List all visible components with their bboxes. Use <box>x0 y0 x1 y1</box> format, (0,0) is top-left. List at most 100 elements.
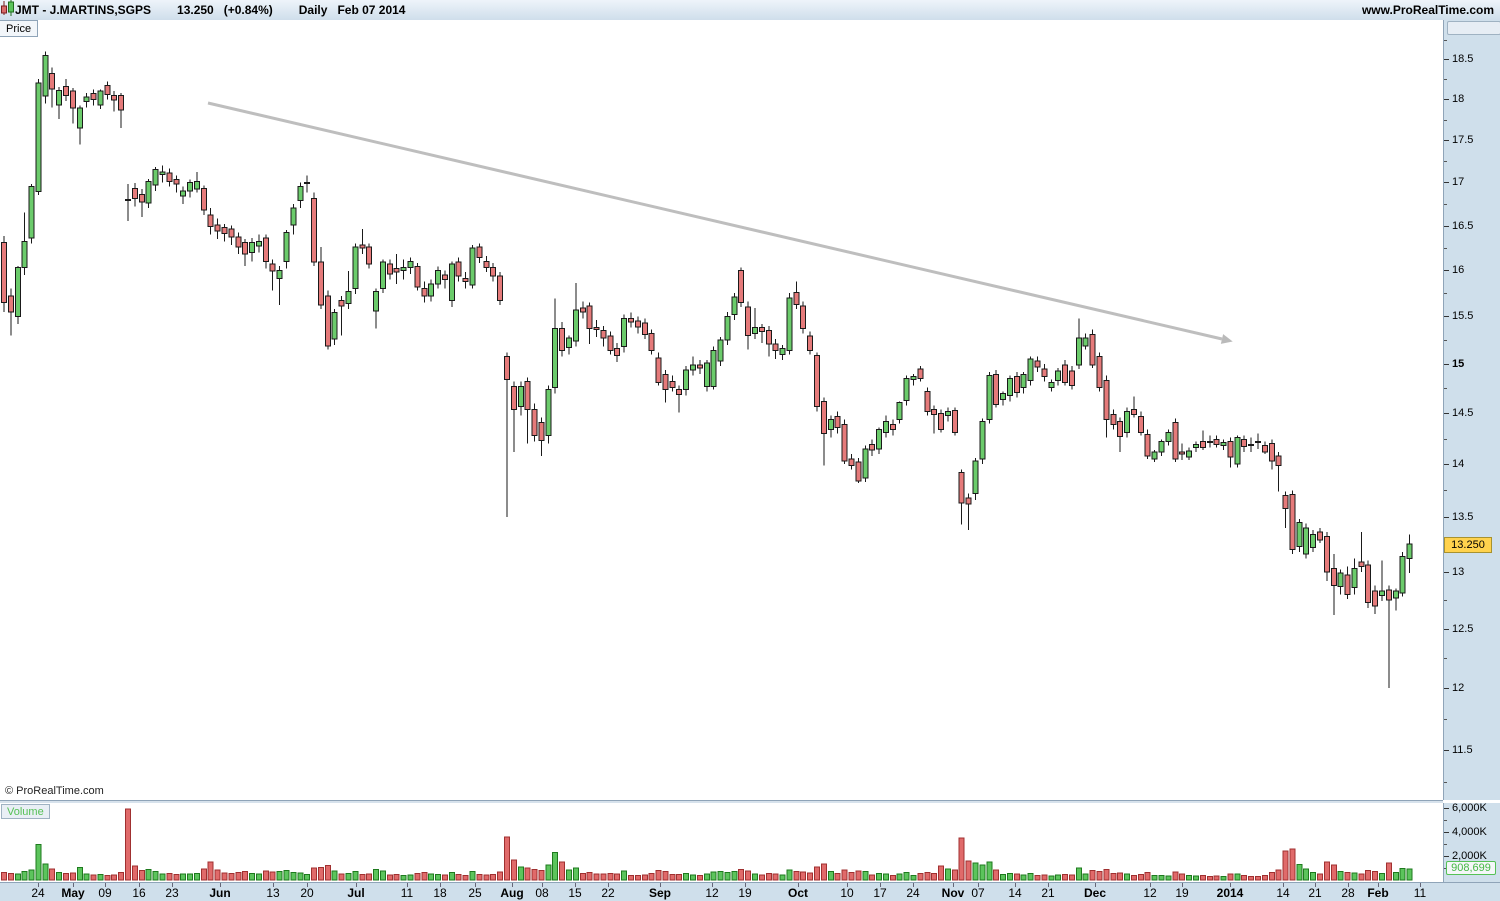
trendline-arrow[interactable] <box>207 101 1223 341</box>
date-axis-label: Oct <box>787 886 809 900</box>
price-axis[interactable]: 18.5 18 17.5 17 16.5 16 15.5 15 14.5 14 13.5 13 12.5… <box>1444 20 1500 800</box>
copyright-label: © ProRealTime.com <box>5 785 104 797</box>
date-axis-label: 18 <box>433 886 447 900</box>
last-price-axis-label: 13.250 <box>1444 537 1492 553</box>
volume-chart-pane[interactable]: Volume <box>0 803 1444 882</box>
date-axis-label: 16 <box>132 886 146 900</box>
volume-axis[interactable]: 6,000K 4,000K 2,000K 908,699 <box>1444 802 1500 882</box>
date-axis-label: 10 <box>840 886 854 900</box>
price-axis-label: 18.5 <box>1452 53 1474 65</box>
price-minor-tick <box>1444 161 1447 162</box>
date-axis-label: 07 <box>971 886 985 900</box>
price-tick <box>1444 316 1449 317</box>
price-minor-tick <box>1444 388 1447 389</box>
price-chart-pane[interactable]: © ProRealTime.com <box>0 20 1444 800</box>
price-axis-label: 17 <box>1452 176 1465 188</box>
price-minor-tick <box>1444 204 1447 205</box>
price-tick <box>1444 99 1449 100</box>
price-minor-tick <box>1444 719 1447 720</box>
date-axis-label: Jul <box>347 886 365 900</box>
price-axis-label: 15 <box>1452 358 1465 370</box>
price-axis-label: 12 <box>1452 682 1465 694</box>
volume-tick <box>1444 856 1449 857</box>
tab-volume[interactable]: Volume <box>1 804 50 819</box>
date-axis-label: Nov <box>941 886 965 900</box>
date-axis-label: Jun <box>209 886 231 900</box>
price-tick <box>1444 270 1449 271</box>
volume-minor-tick <box>1444 844 1447 845</box>
price-tick <box>1444 59 1449 60</box>
date-axis-label: 08 <box>535 886 549 900</box>
volume-axis-label: 4,000K <box>1452 826 1487 838</box>
price-change: (+0.84%) <box>223 3 273 17</box>
date-axis-label: 24 <box>31 886 45 900</box>
date-axis[interactable]: 24 May 09 16 23 Jun 13 20 Jul 11 18 25 Aug 08 15 22 Sep 1… <box>0 882 1500 901</box>
price-axis-label: 12.5 <box>1452 623 1474 635</box>
date-axis-label: 09 <box>98 886 112 900</box>
date-axis-label: Sep <box>648 886 672 900</box>
date-axis-label: 23 <box>165 886 179 900</box>
price-tick <box>1444 629 1449 630</box>
price-minor-tick <box>1444 600 1447 601</box>
date-axis-label: 12 <box>1143 886 1157 900</box>
price-tick <box>1444 226 1449 227</box>
date-axis-label: 14 <box>1276 886 1290 900</box>
last-volume-axis-label: 908,699 <box>1446 861 1496 875</box>
date-axis-label: 12 <box>705 886 719 900</box>
price-axis-label: 16 <box>1452 264 1465 276</box>
price-axis-label: 13 <box>1452 566 1465 578</box>
volume-axis-label: 6,000K <box>1452 802 1487 814</box>
price-minor-tick <box>1444 248 1447 249</box>
timeframe-label: Daily <box>298 3 328 17</box>
price-minor-tick <box>1444 658 1447 659</box>
date-axis-label: Aug <box>500 886 524 900</box>
date-axis-label: 13 <box>266 886 280 900</box>
price-minor-tick <box>1444 120 1447 121</box>
price-axis-label: 14 <box>1452 458 1465 470</box>
price-axis-label: 11.5 <box>1452 744 1473 756</box>
date-axis-label: 15 <box>568 886 582 900</box>
price-chart[interactable] <box>0 20 1443 800</box>
price-minor-tick <box>1444 340 1447 341</box>
price-tick <box>1444 464 1449 465</box>
price-tick <box>1444 572 1449 573</box>
date-axis-label: Feb <box>1367 886 1389 900</box>
price-axis-label: 18 <box>1452 93 1465 105</box>
date-axis-label: 19 <box>738 886 752 900</box>
price-minor-tick <box>1444 490 1447 491</box>
tab-price[interactable]: Price <box>0 20 39 37</box>
prorealtime-link[interactable]: www.ProRealTime.com <box>1362 3 1494 17</box>
price-axis-label: 14.5 <box>1452 407 1474 419</box>
date-axis-label: 2014 <box>1216 886 1244 900</box>
volume-chart[interactable] <box>0 803 1443 882</box>
volume-tick <box>1444 808 1449 809</box>
price-axis-label: 13.5 <box>1452 511 1474 523</box>
price-axis-header-box[interactable] <box>1447 21 1500 35</box>
date-axis-label: 21 <box>1041 886 1055 900</box>
price-tick <box>1444 688 1449 689</box>
instrument-title: JMT - J.MARTINS,SGPS <box>15 3 152 17</box>
price-tick <box>1444 517 1449 518</box>
title-bar: JMT - J.MARTINS,SGPS 13.250 (+0.84%) Dai… <box>0 0 1500 21</box>
tab-price-label: Price <box>6 22 32 35</box>
volume-bars-layer[interactable] <box>1 808 1413 881</box>
date-axis-label: May <box>61 886 85 900</box>
date-axis-label: 11 <box>1413 886 1427 900</box>
date-axis-label: 14 <box>1008 886 1022 900</box>
trendline-arrowhead <box>1220 334 1233 344</box>
price-tick <box>1444 182 1449 183</box>
date-axis-label: Dec <box>1083 886 1107 900</box>
price-tick <box>1444 750 1449 751</box>
date-axis-label: 25 <box>468 886 482 900</box>
price-minor-tick <box>1444 40 1447 41</box>
date-axis-label: 11 <box>400 886 414 900</box>
price-minor-tick <box>1444 439 1447 440</box>
price-axis-label: 15.5 <box>1452 310 1474 322</box>
tab-volume-label: Volume <box>7 805 44 818</box>
price-axis-label: 16.5 <box>1452 220 1474 232</box>
date-axis-label: 24 <box>906 886 920 900</box>
volume-tick <box>1444 832 1449 833</box>
date-axis-label: 21 <box>1308 886 1322 900</box>
candles-layer[interactable] <box>1 51 1413 689</box>
date-axis-label: 20 <box>300 886 314 900</box>
